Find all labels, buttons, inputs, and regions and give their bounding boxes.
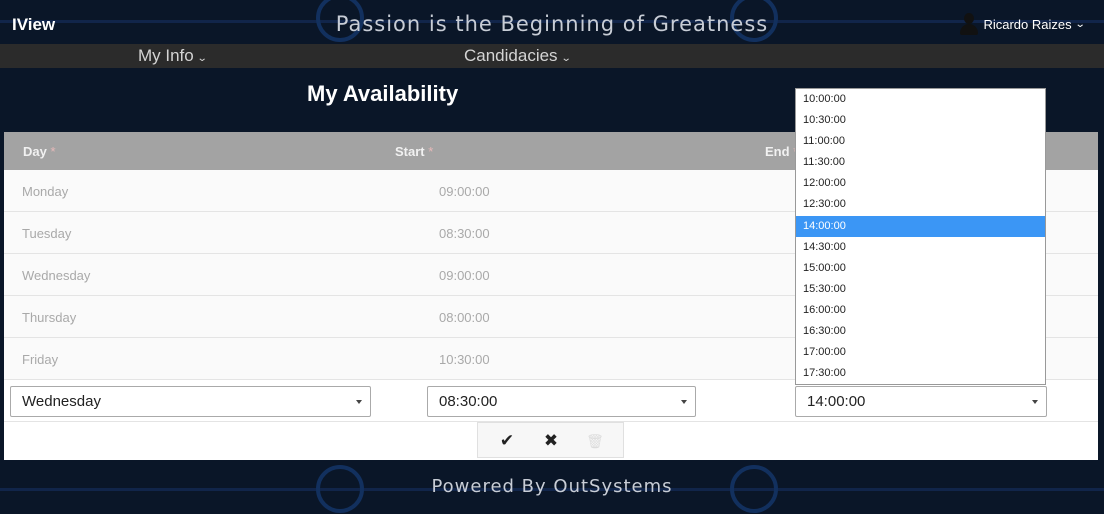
end-time-dropdown: 10:00:00 10:30:00 11:00:00 11:30:00 12:0… — [795, 88, 1046, 385]
dropdown-option[interactable]: 12:30:00 — [796, 194, 1045, 215]
confirm-icon[interactable]: ✔ — [497, 431, 517, 451]
footer-text: Powered By OutSystems — [431, 476, 673, 497]
edit-row: Wednesday 08:30:00 14:00:00 — [4, 380, 1098, 422]
row-start: 09:00:00 — [439, 184, 490, 199]
row-day: Monday — [22, 184, 69, 199]
dropdown-option[interactable]: 10:30:00 — [796, 110, 1045, 131]
chevron-down-icon: ⌄ — [197, 53, 209, 64]
row-actions: ✔ ✖ 🗑 — [477, 422, 624, 458]
user-icon — [959, 13, 979, 35]
user-name: Ricardo Raizes — [983, 16, 1072, 32]
end-select[interactable]: 14:00:00 — [795, 386, 1047, 417]
page-title: My Availability — [307, 81, 459, 106]
row-start: 08:00:00 — [439, 310, 490, 325]
header-start[interactable]: Start * — [395, 144, 433, 159]
menu-my-info[interactable]: My Info ⌄ — [138, 46, 209, 66]
caret-down-icon — [681, 400, 687, 404]
menu-candidacies[interactable]: Candidacies ⌄ — [464, 46, 572, 66]
header-end[interactable]: End * — [765, 144, 798, 159]
slogan-text: Passion is the Beginning of Greatness — [335, 12, 769, 36]
day-select-value: Wednesday — [22, 393, 101, 410]
dropdown-option[interactable]: 10:00:00 — [796, 89, 1045, 110]
caret-down-icon — [356, 400, 362, 404]
dropdown-option[interactable]: 16:30:00 — [796, 321, 1045, 342]
menu-candidacies-label: Candidacies — [464, 46, 558, 65]
row-day: Tuesday — [22, 226, 72, 241]
chevron-down-icon: ⌄ — [561, 53, 572, 64]
dropdown-option[interactable]: 11:00:00 — [796, 131, 1045, 152]
menu-my-info-label: My Info — [138, 46, 194, 65]
row-start: 08:30:00 — [439, 226, 490, 241]
dropdown-option[interactable]: 15:30:00 — [796, 279, 1045, 300]
dropdown-option[interactable]: 17:00:00 — [796, 342, 1045, 363]
end-select-value: 14:00:00 — [807, 393, 866, 410]
caret-down-icon — [1032, 400, 1038, 404]
dropdown-option[interactable]: 17:30:00 — [796, 363, 1045, 384]
start-select-value: 08:30:00 — [439, 393, 498, 410]
header-end-label: End — [765, 144, 790, 159]
dropdown-option[interactable]: 12:00:00 — [796, 173, 1045, 194]
header-day[interactable]: Day * — [23, 144, 56, 159]
dropdown-option[interactable]: 16:00:00 — [796, 300, 1045, 321]
header-day-label: Day — [23, 144, 47, 159]
row-day: Thursday — [22, 310, 77, 325]
dropdown-option[interactable]: 14:30:00 — [796, 237, 1045, 258]
row-start: 09:00:00 — [439, 268, 490, 283]
day-select[interactable]: Wednesday — [10, 386, 371, 417]
chevron-down-icon: ⌄ — [1074, 18, 1086, 30]
menu-bar: My Info ⌄ Candidacies ⌄ — [0, 44, 1104, 68]
dropdown-option[interactable]: 15:00:00 — [796, 258, 1045, 279]
user-menu[interactable]: Ricardo Raizes ⌄ — [959, 13, 1086, 35]
required-mark: * — [428, 144, 434, 159]
cancel-icon[interactable]: ✖ — [541, 431, 561, 451]
dropdown-option-selected[interactable]: 14:00:00 — [796, 215, 1045, 237]
row-day: Wednesday — [22, 268, 91, 283]
row-start: 10:30:00 — [439, 352, 490, 367]
trash-icon[interactable]: 🗑 — [585, 431, 605, 451]
slogan: Passion is the Beginning of Greatness — [0, 12, 1104, 36]
dropdown-option[interactable]: 11:30:00 — [796, 152, 1045, 173]
start-select[interactable]: 08:30:00 — [427, 386, 696, 417]
top-bar: IView Passion is the Beginning of Greatn… — [0, 0, 1104, 44]
header-start-label: Start — [395, 144, 425, 159]
row-day: Friday — [22, 352, 59, 367]
required-mark: * — [50, 144, 56, 159]
